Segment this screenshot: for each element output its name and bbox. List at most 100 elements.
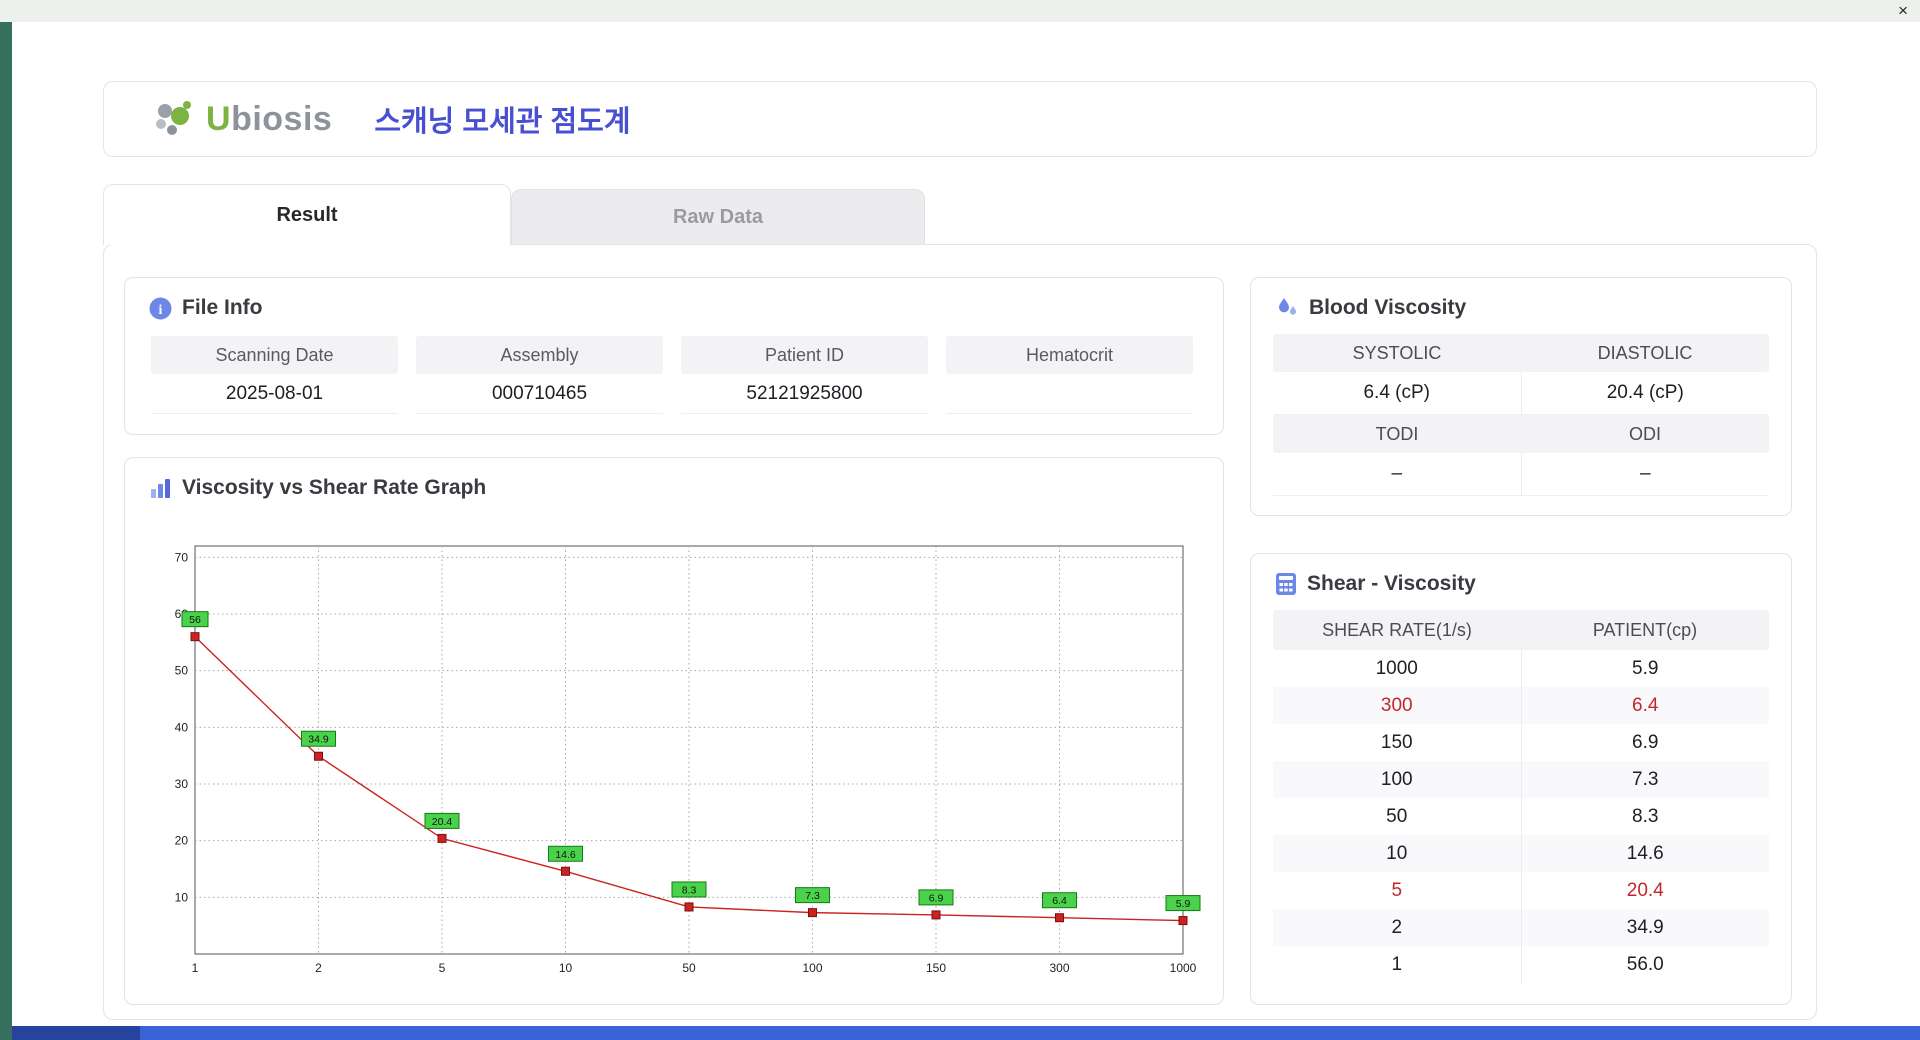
x-tick-label: 300: [1049, 961, 1069, 975]
app-window: Ubiosis 스캐닝 모세관 점도계 Result Raw Data i Fi…: [12, 22, 1920, 1026]
bv-header-row-2: TODI ODI: [1273, 415, 1769, 453]
ubiosis-logo-icon: [156, 101, 191, 135]
desktop-top-bar: ×: [0, 0, 1920, 22]
point-label: 8.3: [682, 884, 697, 896]
graph-header: Viscosity vs Shear Rate Graph: [125, 458, 1223, 500]
shear-rate-cell: 150: [1380, 731, 1413, 753]
y-tick-label: 40: [175, 720, 189, 734]
y-tick-label: 70: [175, 550, 189, 564]
file-info-card: i File Info Scanning Date 2025-08-01 Assem…: [124, 277, 1224, 435]
bv-value-row-1: 6.4 (cP) 20.4 (cP): [1273, 372, 1769, 415]
point-label: 6.9: [929, 892, 944, 904]
field-value: 52121925800: [681, 374, 928, 414]
viscosity-shear-chart: 10 20 30 40 50 60 70 1 2 5 10 50 100 150 300 1000 56 34.9…: [149, 530, 1201, 990]
x-tick-label: 1000: [1170, 961, 1197, 975]
x-tick-label: 150: [926, 961, 946, 975]
shear-rate-cell: 5: [1391, 879, 1403, 901]
shear-viscosity-table: SHEAR RATE(1/s) PATIENT(cp) 1000 5.9 300 6.…: [1251, 596, 1791, 983]
data-point: [314, 751, 323, 761]
x-tick-label: 5: [439, 961, 446, 975]
shear-viscosity-card: Shear - Viscosity SHEAR RATE(1/s) PATIEN…: [1250, 553, 1792, 1005]
shear-table-header: SHEAR RATE(1/s) PATIENT(cp): [1273, 610, 1769, 650]
data-point: [190, 632, 200, 642]
ubiosis-logo: Ubiosis: [150, 97, 332, 141]
shear-rate-cell: 50: [1386, 805, 1408, 827]
y-tick-label: 10: [175, 890, 189, 904]
chart-canvas: 102030405060701 2 5 10 50 100 150 300 10005634.9…: [175, 545, 1201, 975]
logo-rest: biosis: [231, 99, 333, 138]
table-row: 10 14.6: [1273, 835, 1769, 872]
bv-value-row-2: – –: [1273, 453, 1769, 496]
shear-viscosity-title: Shear - Viscosity: [1307, 572, 1476, 595]
point-label: 34.9: [308, 734, 329, 746]
field-value: 000710465: [416, 374, 663, 414]
blood-viscosity-title: Blood Viscosity: [1309, 296, 1467, 319]
point-label: 56: [189, 614, 201, 626]
point-label: 7.3: [805, 890, 820, 902]
field-value: [946, 374, 1193, 414]
odi-label: ODI: [1628, 423, 1661, 444]
field-label: Patient ID: [681, 336, 928, 374]
file-info-field-assembly: Assembly 000710465: [416, 336, 663, 414]
shear-rate-cell: 1: [1391, 953, 1403, 975]
y-tick-label: 20: [175, 834, 189, 848]
patient-viscosity-cell: 20.4: [1520, 872, 1770, 909]
systolic-value: 6.4 (cP): [1363, 382, 1431, 403]
graph-title: Viscosity vs Shear Rate Graph: [182, 476, 487, 499]
page-title: 스캐닝 모세관 점도계: [374, 106, 631, 138]
file-info-fields: Scanning Date 2025-08-01 Assembly 000710465…: [125, 320, 1223, 414]
table-row: 1000 5.9: [1273, 650, 1769, 687]
y-tick-label: 30: [175, 777, 189, 791]
svg-text:i: i: [159, 303, 163, 318]
table-row: 150 6.9: [1273, 724, 1769, 761]
data-point: [808, 908, 817, 918]
close-icon[interactable]: ×: [1898, 1, 1908, 21]
data-point: [437, 833, 447, 843]
file-info-field-patient-id: Patient ID 52121925800: [681, 336, 928, 414]
calculator-icon: [1276, 573, 1296, 595]
bar-chart-icon: [151, 478, 170, 498]
shear-rate-cell: 1000: [1375, 657, 1418, 679]
result-panel: i File Info Scanning Date 2025-08-01 Assem…: [103, 244, 1817, 1020]
table-row: 100 7.3: [1273, 761, 1769, 798]
data-point: [561, 866, 570, 876]
data-point: [684, 902, 694, 912]
patient-viscosity-cell: 6.9: [1520, 724, 1770, 761]
field-label: Assembly: [416, 336, 663, 374]
patient-column-header: PATIENT(cp): [1592, 619, 1698, 640]
field-value: 2025-08-01: [151, 374, 398, 414]
patient-viscosity-cell: 8.3: [1520, 798, 1770, 835]
x-tick-label: 100: [802, 961, 822, 975]
droplet-icon: [1279, 298, 1296, 315]
tab-raw-data[interactable]: Raw Data: [511, 189, 925, 245]
viscosity-graph-card: Viscosity vs Shear Rate Graph 10 20 30 40 50…: [124, 457, 1224, 1005]
point-label: 14.6: [555, 849, 576, 861]
data-point: [931, 910, 941, 920]
logo-wordmark: Ubiosis: [206, 100, 332, 139]
y-tick-label: 50: [175, 664, 189, 678]
bv-header-row-1: SYSTOLIC DIASTOLIC: [1273, 334, 1769, 372]
field-label: Hematocrit: [946, 336, 1193, 374]
odi-value: –: [1520, 453, 1770, 495]
todi-value: –: [1391, 463, 1403, 484]
x-tick-label: 1: [192, 961, 199, 975]
table-row: 50 8.3: [1273, 798, 1769, 835]
point-label: 20.4: [432, 816, 453, 828]
diastolic-value: 20.4 (cP): [1520, 372, 1770, 414]
field-label: Scanning Date: [151, 336, 398, 374]
shear-rate-cell: 2: [1391, 916, 1403, 938]
file-info-title: File Info: [182, 296, 263, 319]
patient-viscosity-cell: 56.0: [1520, 946, 1770, 983]
shear-rate-cell: 100: [1380, 768, 1413, 790]
shear-viscosity-header: Shear - Viscosity: [1251, 554, 1791, 596]
point-label: 6.4: [1052, 895, 1067, 907]
table-row: 5 20.4: [1273, 872, 1769, 909]
tab-result[interactable]: Result: [103, 184, 511, 245]
shear-rate-cell: 10: [1386, 842, 1408, 864]
info-icon: i: [149, 297, 172, 319]
patient-viscosity-cell: 34.9: [1520, 909, 1770, 946]
patient-viscosity-cell: 5.9: [1520, 650, 1770, 687]
diastolic-label: DIASTOLIC: [1597, 342, 1693, 363]
shear-rate-cell: 300: [1380, 694, 1413, 716]
point-label: 5.9: [1176, 898, 1191, 910]
